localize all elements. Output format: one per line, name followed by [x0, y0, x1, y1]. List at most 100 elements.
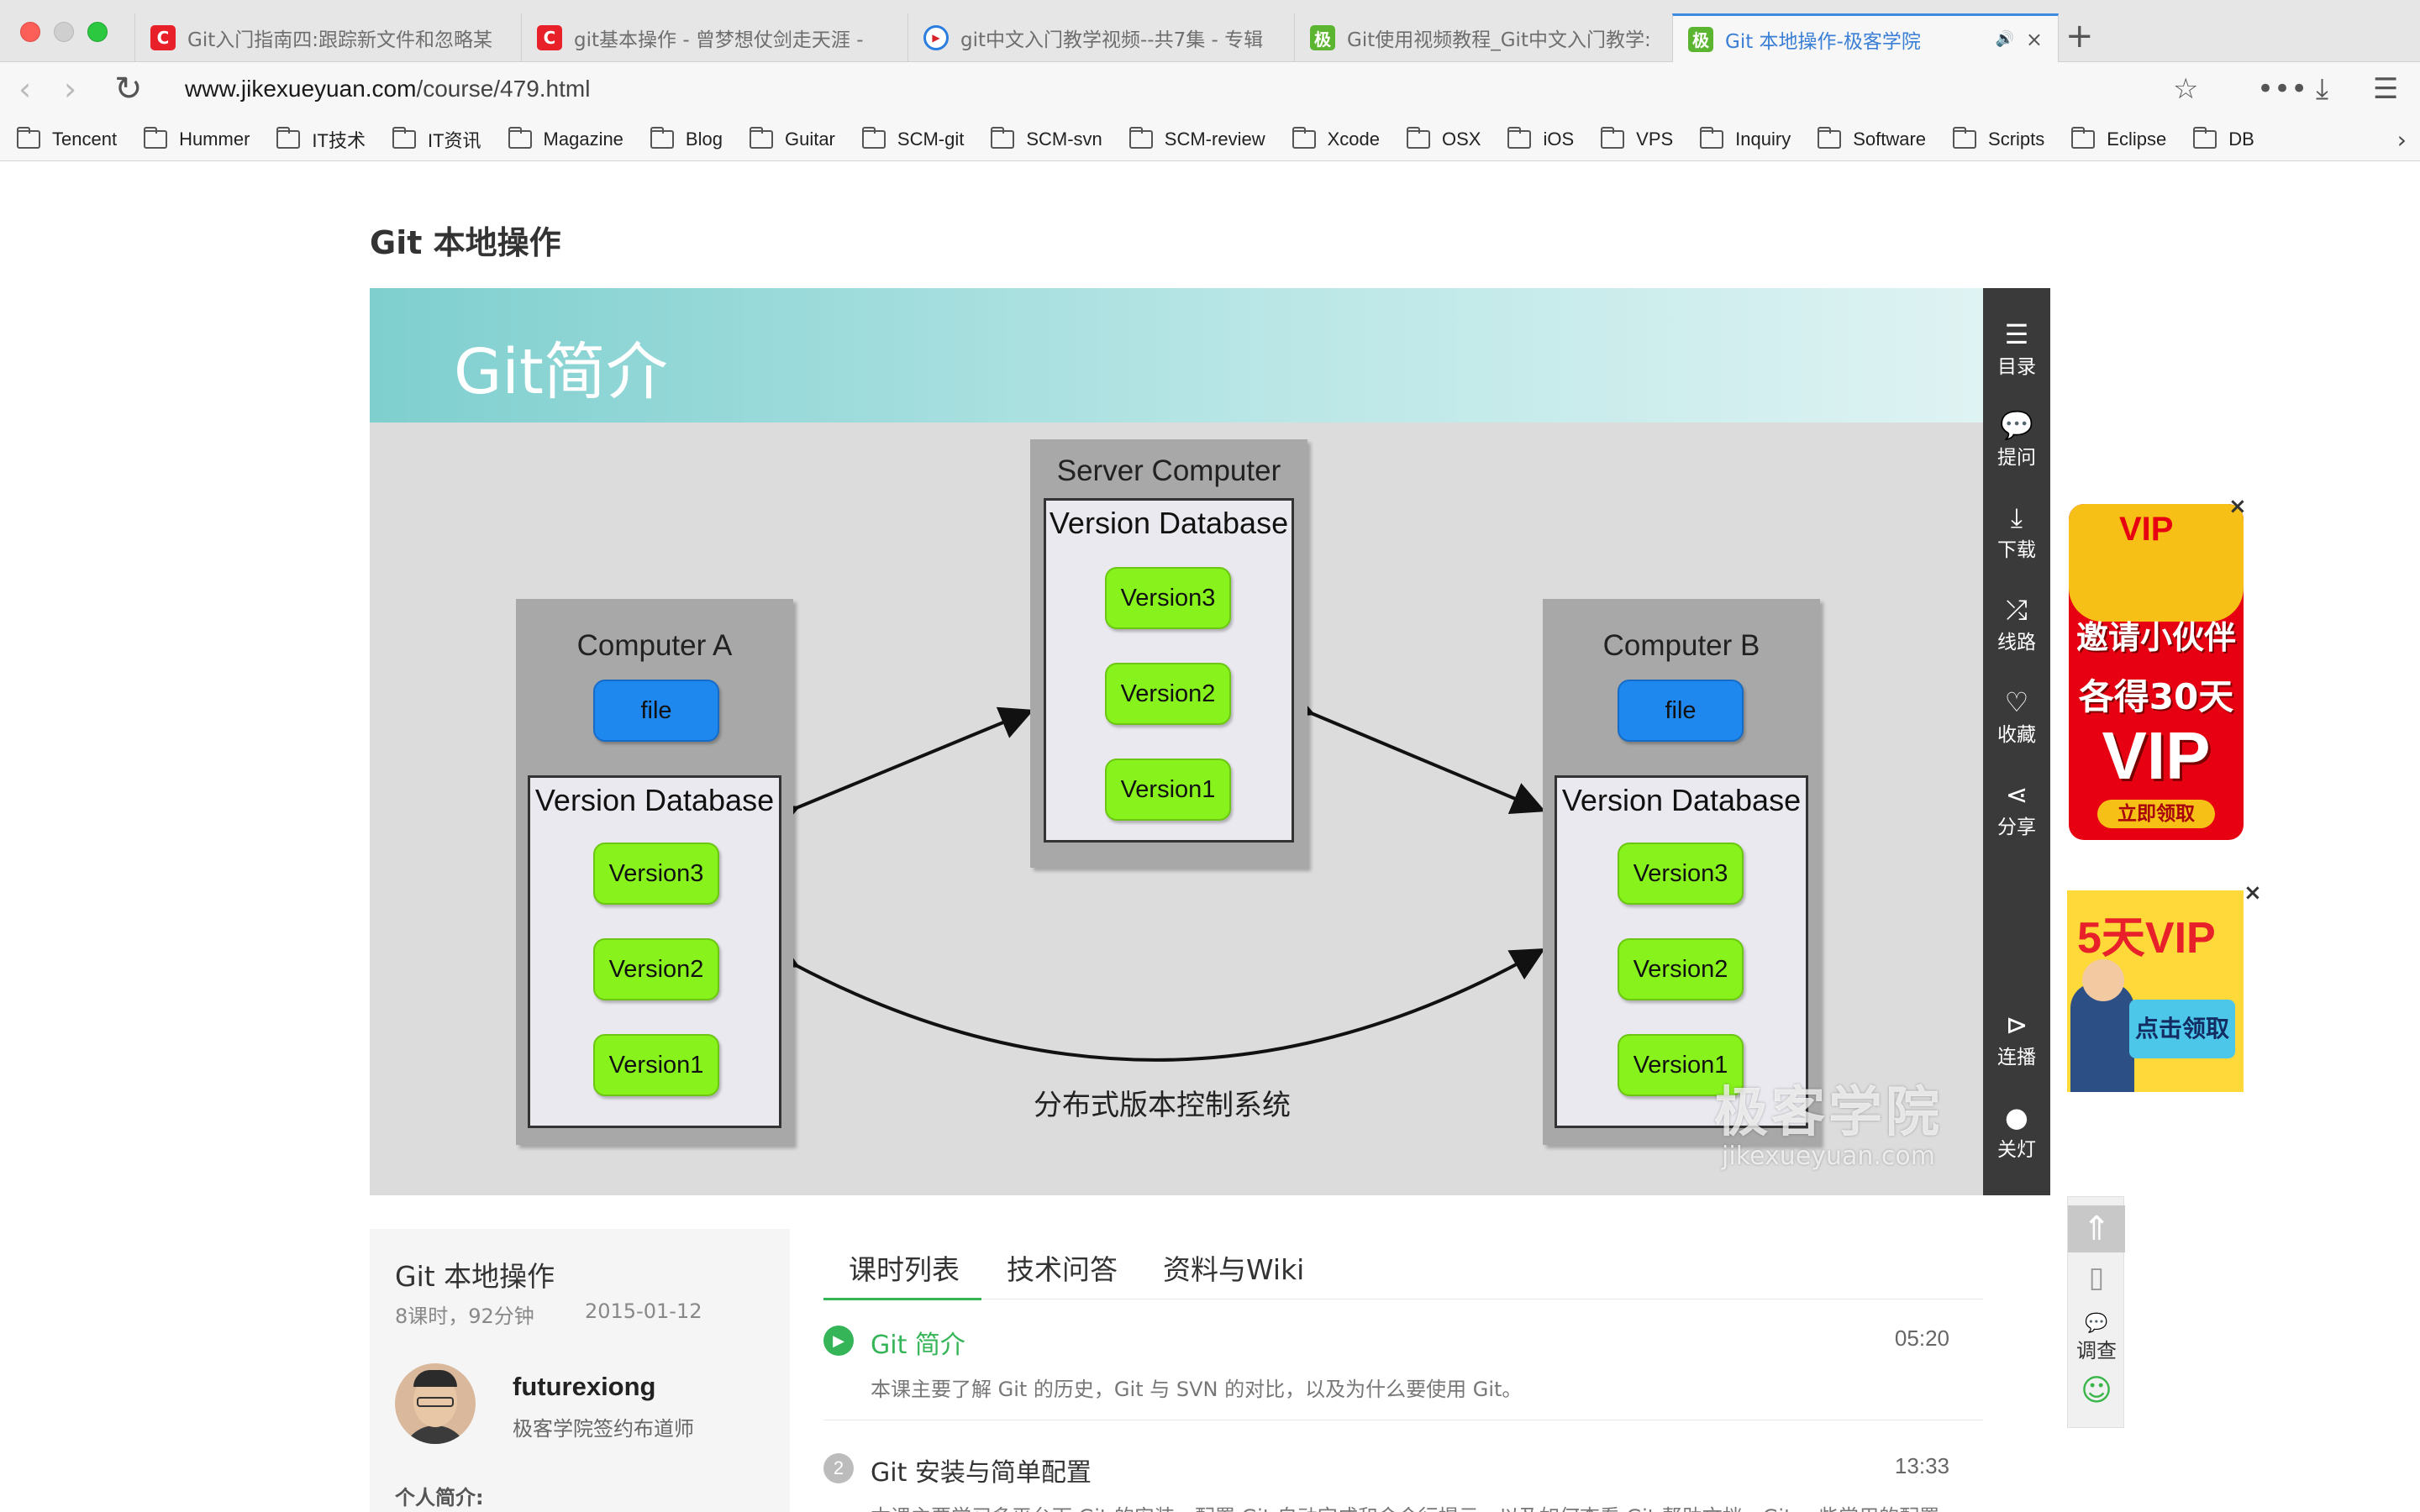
bookmark-label: IT资讯	[427, 129, 481, 151]
tab-title: git中文入门教学视频--共7集 - 专辑	[960, 29, 1264, 51]
computer-b-file: file	[1618, 680, 1744, 742]
author-title: 极客学院签约布道师	[513, 1417, 694, 1441]
reload-icon[interactable]: ↻	[114, 72, 143, 106]
bookmark-folder[interactable]: Scripts	[1953, 126, 2044, 150]
ad2-claim-button[interactable]: 点击领取	[2129, 1000, 2235, 1058]
video-player[interactable]: Git简介 Server Computer Version Database V…	[370, 288, 1983, 1195]
ad-claim-button[interactable]: 立即领取	[2097, 800, 2215, 828]
more-menu-icon[interactable]: •••	[2257, 72, 2307, 106]
bookmarks-overflow-chevron-icon[interactable]: ›	[2397, 126, 2407, 154]
ad-line3: VIP	[2102, 718, 2211, 793]
tab-wiki[interactable]: 资料与Wiki	[1163, 1247, 1304, 1288]
ad-close-icon[interactable]: ×	[2228, 494, 2247, 519]
folder-icon	[144, 126, 168, 149]
browser-tab[interactable]: C Git入门指南四:跟踪新文件和忽略某	[134, 13, 521, 62]
server-version2: Version2	[1105, 663, 1231, 725]
video-play-icon: ▶	[923, 25, 949, 50]
favorite-button[interactable]: ♡ 收藏	[1983, 686, 2050, 747]
player-side-toolbar: ☰ 目录 💬 提问 ⤓ 下载 ⤮ 线路 ♡ 收藏 ⋖ 分享 ⊳ 连播 ● 关灯	[1983, 288, 2050, 1195]
bookmark-folder[interactable]: Tencent	[17, 126, 117, 150]
five-day-vip-ad[interactable]: 5天VIP 点击领取	[2067, 890, 2244, 1092]
course-name: Git 本地操作	[395, 1260, 555, 1293]
bookmark-label: DB	[2228, 128, 2254, 150]
window-minimize-button[interactable]	[54, 22, 74, 42]
bookmark-folder[interactable]: Guitar	[749, 126, 835, 150]
folder-icon	[2193, 126, 2217, 149]
lesson-number: 2	[823, 1453, 854, 1483]
watermark-cn: 极客学院	[1714, 1082, 1943, 1144]
bookmark-folder[interactable]: SCM-review	[1128, 126, 1265, 150]
ad-line2: 各得30天	[2078, 676, 2234, 717]
bookmark-folder[interactable]: Eclipse	[2071, 126, 2167, 150]
mobile-phone-icon[interactable]: ▯	[2068, 1261, 2125, 1294]
window-maximize-button[interactable]	[87, 22, 108, 42]
customer-service-icon[interactable]: ☺	[2068, 1373, 2125, 1408]
forward-arrow-icon[interactable]: ›	[64, 72, 76, 106]
folder-icon	[1700, 126, 1724, 149]
speaker-icon[interactable]: 🔊	[1995, 30, 2013, 48]
bookmark-folder[interactable]: iOS	[1507, 126, 1574, 150]
computer-a-version3: Version3	[593, 843, 719, 905]
ad-close-icon[interactable]: ×	[2244, 880, 2262, 906]
lesson-title[interactable]: Git 安装与简单配置	[871, 1452, 1092, 1488]
bookmark-folder[interactable]: VPS	[1601, 126, 1673, 150]
author-avatar[interactable]	[395, 1363, 476, 1444]
bookmark-folder[interactable]: IT技术	[276, 126, 366, 153]
bookmark-folder[interactable]: Hummer	[144, 126, 250, 150]
bookmark-folder[interactable]: Xcode	[1292, 126, 1380, 150]
tab-title: git基本操作 - 曾梦想仗剑走天涯 -	[574, 29, 864, 51]
browser-tab[interactable]: ▶ git中文入门教学视频--共7集 - 专辑	[908, 13, 1294, 62]
course-info-panel: Git 本地操作 8课时，92分钟 2015-01-12 futurexiong…	[370, 1229, 790, 1512]
catalog-button[interactable]: ☰ 目录	[1983, 318, 2050, 379]
hamburger-menu-icon[interactable]: ☰	[2373, 72, 2398, 106]
browser-tab-active[interactable]: 极 Git 本地操作-极客学院 🔊 ×	[1672, 13, 2059, 62]
author-name[interactable]: futurexiong	[513, 1372, 656, 1402]
bookmark-folder[interactable]: SCM-git	[861, 126, 964, 150]
bookmark-folder[interactable]: IT资讯	[392, 126, 481, 153]
new-tab-button[interactable]: +	[2065, 13, 2094, 59]
bookmark-folder[interactable]: Inquiry	[1700, 126, 1791, 150]
survey-button[interactable]: 💬 调查	[2068, 1313, 2125, 1363]
ask-question-button[interactable]: 💬 提问	[1983, 409, 2050, 470]
bookmark-folder[interactable]: Magazine	[508, 126, 623, 150]
bookmark-label: Eclipse	[2107, 128, 2167, 150]
bookmark-folder[interactable]: Blog	[650, 126, 723, 150]
lesson-title[interactable]: Git 简介	[871, 1324, 965, 1361]
back-arrow-icon[interactable]: ‹	[18, 72, 31, 106]
share-button[interactable]: ⋖ 分享	[1983, 779, 2050, 839]
bookmark-folder[interactable]: Software	[1818, 126, 1926, 150]
lights-off-button[interactable]: ● 关灯	[1983, 1101, 2050, 1162]
computer-b-label: Computer B	[1602, 629, 1760, 662]
autoplay-button[interactable]: ⊳ 连播	[1983, 1009, 2050, 1069]
share-icon: ⋖	[2005, 779, 2028, 811]
browser-tab[interactable]: C git基本操作 - 曾梦想仗剑走天涯 -	[521, 13, 908, 62]
folder-icon	[1507, 126, 1532, 149]
course-meta: 8课时，92分钟	[395, 1305, 534, 1328]
bookmark-label: Hummer	[179, 128, 250, 150]
tab-close-icon[interactable]: ×	[2026, 28, 2043, 51]
db-title: Version Database	[1049, 506, 1289, 540]
bookmark-star-icon[interactable]: ☆	[2173, 72, 2198, 106]
folder-icon	[1953, 126, 1977, 149]
jikexueyuan-icon: 极	[1688, 26, 1713, 52]
back-to-top-icon[interactable]: ⇑	[2068, 1205, 2125, 1252]
vip-invite-ad[interactable]: VIP 邀请小伙伴 各得30天 VIP 立即领取	[2069, 504, 2244, 840]
bookmark-label: OSX	[1441, 128, 1481, 150]
bookmark-folder[interactable]: DB	[2193, 126, 2254, 150]
tab-tech-qa[interactable]: 技术问答	[1007, 1247, 1118, 1288]
browser-tab-bar: C Git入门指南四:跟踪新文件和忽略某 C git基本操作 - 曾梦想仗剑走天…	[0, 0, 2420, 62]
bookmark-folder[interactable]: OSX	[1406, 126, 1481, 150]
download-icon[interactable]: ⤓	[2316, 72, 2328, 106]
url-host: www.jikexueyuan.com	[185, 76, 417, 102]
window-close-button[interactable]	[20, 22, 40, 42]
folder-icon	[861, 126, 886, 149]
download-button[interactable]: ⤓ 下载	[1983, 501, 2050, 562]
url-field[interactable]: www.jikexueyuan.com/course/479.html	[185, 76, 590, 102]
tool-label: 分享	[1997, 816, 2036, 838]
bookmark-folder[interactable]: SCM-svn	[991, 126, 1102, 150]
tab-lesson-list[interactable]: 课时列表	[849, 1247, 960, 1288]
route-button[interactable]: ⤮ 线路	[1983, 594, 2050, 654]
browser-tab[interactable]: 极 Git使用视频教程_Git中文入门教学:	[1294, 13, 1672, 62]
ad2-head-graphic	[2082, 959, 2124, 1001]
bulb-icon: ●	[2005, 1101, 2028, 1133]
